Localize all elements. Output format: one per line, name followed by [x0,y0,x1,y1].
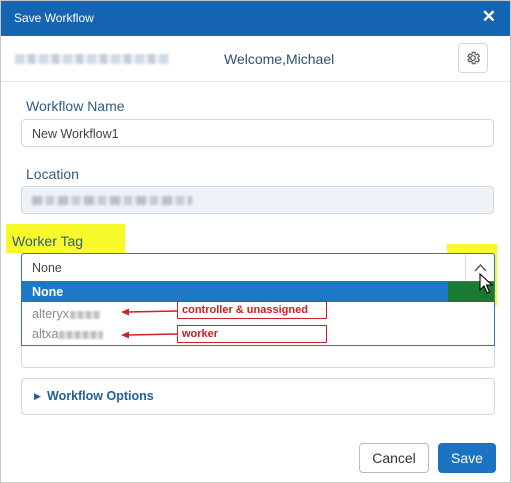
redacted-suffix [69,310,100,319]
redacted-location [32,196,192,205]
redacted-username [15,54,169,64]
settings-button[interactable] [458,43,488,73]
location-label: Location [26,166,79,182]
worker-tag-selected-value: None [32,261,62,275]
option-none[interactable]: None [22,282,494,302]
annotation-worker: worker [177,325,327,343]
worker-tag-select[interactable]: None [21,253,495,282]
option-label: altxa [32,327,59,341]
mouse-pointer [479,272,494,300]
save-button[interactable]: Save [438,443,496,473]
gear-icon [467,51,481,65]
workflow-name-input[interactable]: New Workflow1 [21,119,494,147]
save-workflow-dialog: Save Workflow ✕ Welcome,Michael Workflow… [0,0,511,483]
expand-triangle-icon: ▶ [34,391,41,401]
underlying-field-edge [21,346,495,368]
workflow-name-label: Workflow Name [26,98,125,114]
arrow-icon [121,331,178,339]
location-field[interactable] [21,186,494,214]
option-label: alteryx [32,307,69,321]
user-header: Welcome,Michael [1,36,510,82]
workflow-options-label: Workflow Options [47,389,154,403]
annotation-controller: controller & unassigned [177,301,327,319]
worker-tag-label: Worker Tag [12,233,84,249]
redacted-suffix [59,330,104,339]
cancel-button[interactable]: Cancel [359,443,429,473]
dialog-titlebar: Save Workflow ✕ [1,1,510,36]
welcome-text: Welcome,Michael [224,51,335,67]
close-icon[interactable]: ✕ [482,8,496,26]
arrow-icon [121,308,178,316]
annotation-arrows [121,308,178,339]
dialog-title: Save Workflow [14,11,94,25]
workflow-options-toggle[interactable]: ▶ Workflow Options [21,378,495,415]
option-label: None [32,285,64,299]
cursor-icon [479,272,494,294]
